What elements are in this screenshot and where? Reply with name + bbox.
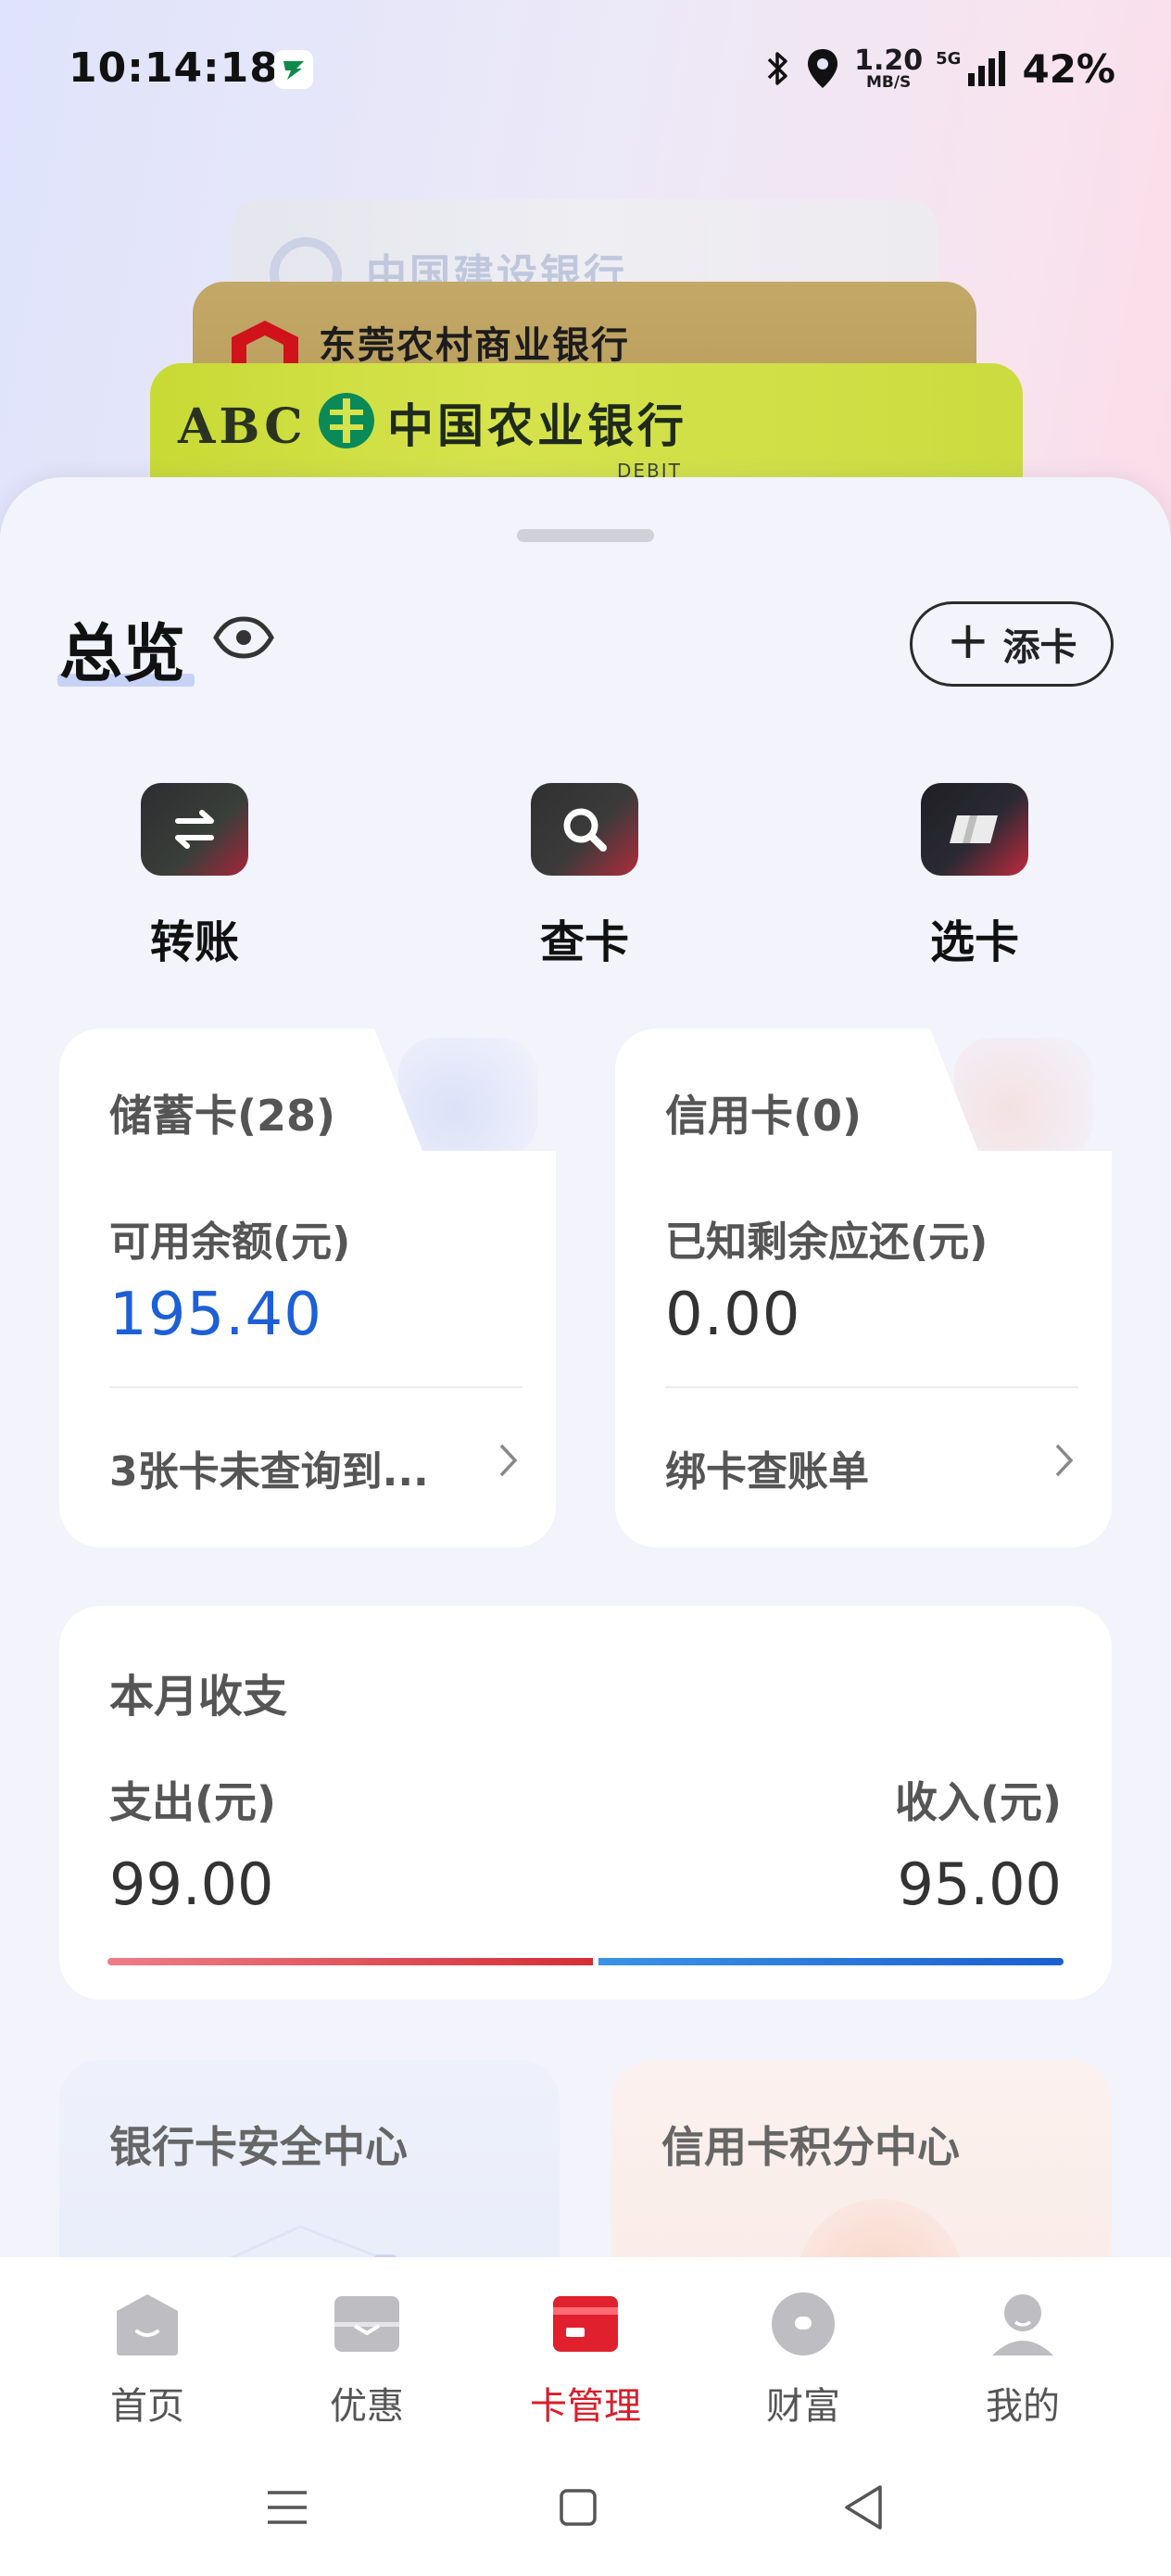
monthly-summary-card[interactable]: 本月收支 支出(元) 收入(元) 99.00 95.00 (59, 1606, 1112, 2000)
card-manage-icon (551, 2291, 620, 2357)
abc-logo-text: ABC (178, 398, 307, 455)
add-card-button[interactable]: + 添卡 (910, 601, 1114, 687)
tab-home-label: 首页 (110, 2385, 184, 2428)
chevron-right-icon (1055, 1444, 1074, 1477)
menu-nav-icon[interactable] (266, 2480, 308, 2535)
plus-icon: + (946, 611, 990, 671)
wealth-icon (769, 2291, 837, 2357)
tab-card-management[interactable]: 卡管理 (511, 2291, 660, 2430)
bind-card-bill-link[interactable]: 绑卡查账单 (665, 1438, 869, 1497)
choose-card-button[interactable]: 选卡 (882, 783, 1067, 970)
balance-label: 可用余额(元) (109, 1219, 351, 1266)
query-card-label: 查卡 (539, 916, 629, 968)
page-title: 总览 (59, 618, 186, 691)
security-center-title: 银行卡安全中心 (109, 2122, 408, 2172)
credit-header: 信用卡(0) (665, 1091, 863, 1141)
choose-card-label: 选卡 (929, 916, 1019, 968)
security-center-card[interactable]: 银行卡安全中心 (59, 2060, 560, 2282)
bank-name: 东莞农村商业银行 (319, 324, 630, 367)
home-icon (113, 2291, 182, 2357)
debit-decoration (398, 1038, 537, 1158)
credit-summary-card[interactable]: 信用卡(0) 已知剩余应还(元) 0.00 绑卡查账单 (615, 1029, 1112, 1547)
back-nav-icon[interactable] (841, 2480, 884, 2535)
search-icon (531, 783, 638, 876)
post-bank-icon (274, 50, 313, 89)
debit-summary-card[interactable]: 储蓄卡(28) 可用余额(元) 195.40 3张卡未查询到... (59, 1029, 556, 1547)
monthly-title: 本月收支 (109, 1671, 288, 1723)
income-expense-bar (107, 1958, 1064, 1965)
tab-card-management-label: 卡管理 (530, 2385, 641, 2428)
transfer-icon (141, 783, 248, 876)
battery-level: 42% (1022, 45, 1115, 92)
transfer-button[interactable]: 转账 (102, 783, 287, 970)
toggle-visibility-button[interactable] (211, 614, 276, 664)
credit-decoration (954, 1038, 1093, 1158)
income-bar (598, 1958, 1064, 1965)
divider (665, 1386, 1078, 1388)
system-navigation-bar (0, 2480, 1171, 2554)
income-label: 收入(元) (894, 1777, 1062, 1827)
tab-home[interactable]: 首页 (73, 2291, 221, 2430)
home-nav-icon[interactable] (558, 2480, 598, 2535)
expense-amount: 99.00 (109, 1850, 274, 1918)
tab-mine-label: 我的 (986, 2385, 1060, 2428)
expense-label: 支出(元) (109, 1777, 277, 1827)
tab-wealth[interactable]: 财富 (729, 2291, 877, 2430)
query-card-button[interactable]: 查卡 (492, 783, 677, 970)
tab-deals[interactable]: 优惠 (293, 2291, 441, 2430)
points-center-title: 信用卡积分中心 (661, 2122, 960, 2172)
debit-footer-link[interactable]: 3张卡未查询到... (109, 1438, 429, 1497)
due-amount: 0.00 (665, 1281, 801, 1349)
tab-wealth-label: 财富 (766, 2385, 840, 2428)
tab-mine[interactable]: 我的 (949, 2291, 1097, 2430)
abc-logo-icon (319, 393, 374, 448)
due-label: 已知剩余应还(元) (665, 1219, 988, 1266)
network-type: 5G (936, 48, 962, 69)
balance-amount: 195.40 (109, 1281, 322, 1349)
bank-name: 中国农业银行 (387, 399, 687, 453)
add-card-label: 添卡 (1002, 626, 1077, 669)
tab-deals-label: 优惠 (330, 2385, 404, 2428)
network-speed: 1.20 MB/S (854, 44, 924, 92)
eye-icon (213, 616, 274, 659)
bluetooth-icon (767, 52, 787, 85)
coupon-icon (333, 2291, 401, 2357)
status-indicators: 1.20 MB/S 5G 42% (763, 41, 1115, 96)
debit-header: 储蓄卡(28) (109, 1091, 336, 1141)
expense-bar (107, 1958, 593, 1965)
points-center-card[interactable]: 信用卡积分中心 (611, 2060, 1112, 2282)
chevron-right-icon (499, 1444, 518, 1477)
profile-icon (988, 2291, 1057, 2357)
location-icon (808, 49, 838, 88)
status-bar: 10:14:18 1.20 MB/S 5G 42% (0, 0, 1171, 139)
income-amount: 95.00 (897, 1850, 1063, 1918)
sheet-drag-handle[interactable] (517, 529, 654, 542)
bottom-tab-bar: 首页 优惠 卡管理 财富 我的 (0, 2257, 1171, 2576)
transfer-label: 转账 (149, 916, 239, 968)
card-icon (921, 783, 1028, 876)
status-time: 10:14:18 (69, 44, 279, 92)
signal-icon (968, 51, 1006, 86)
divider (109, 1386, 523, 1388)
